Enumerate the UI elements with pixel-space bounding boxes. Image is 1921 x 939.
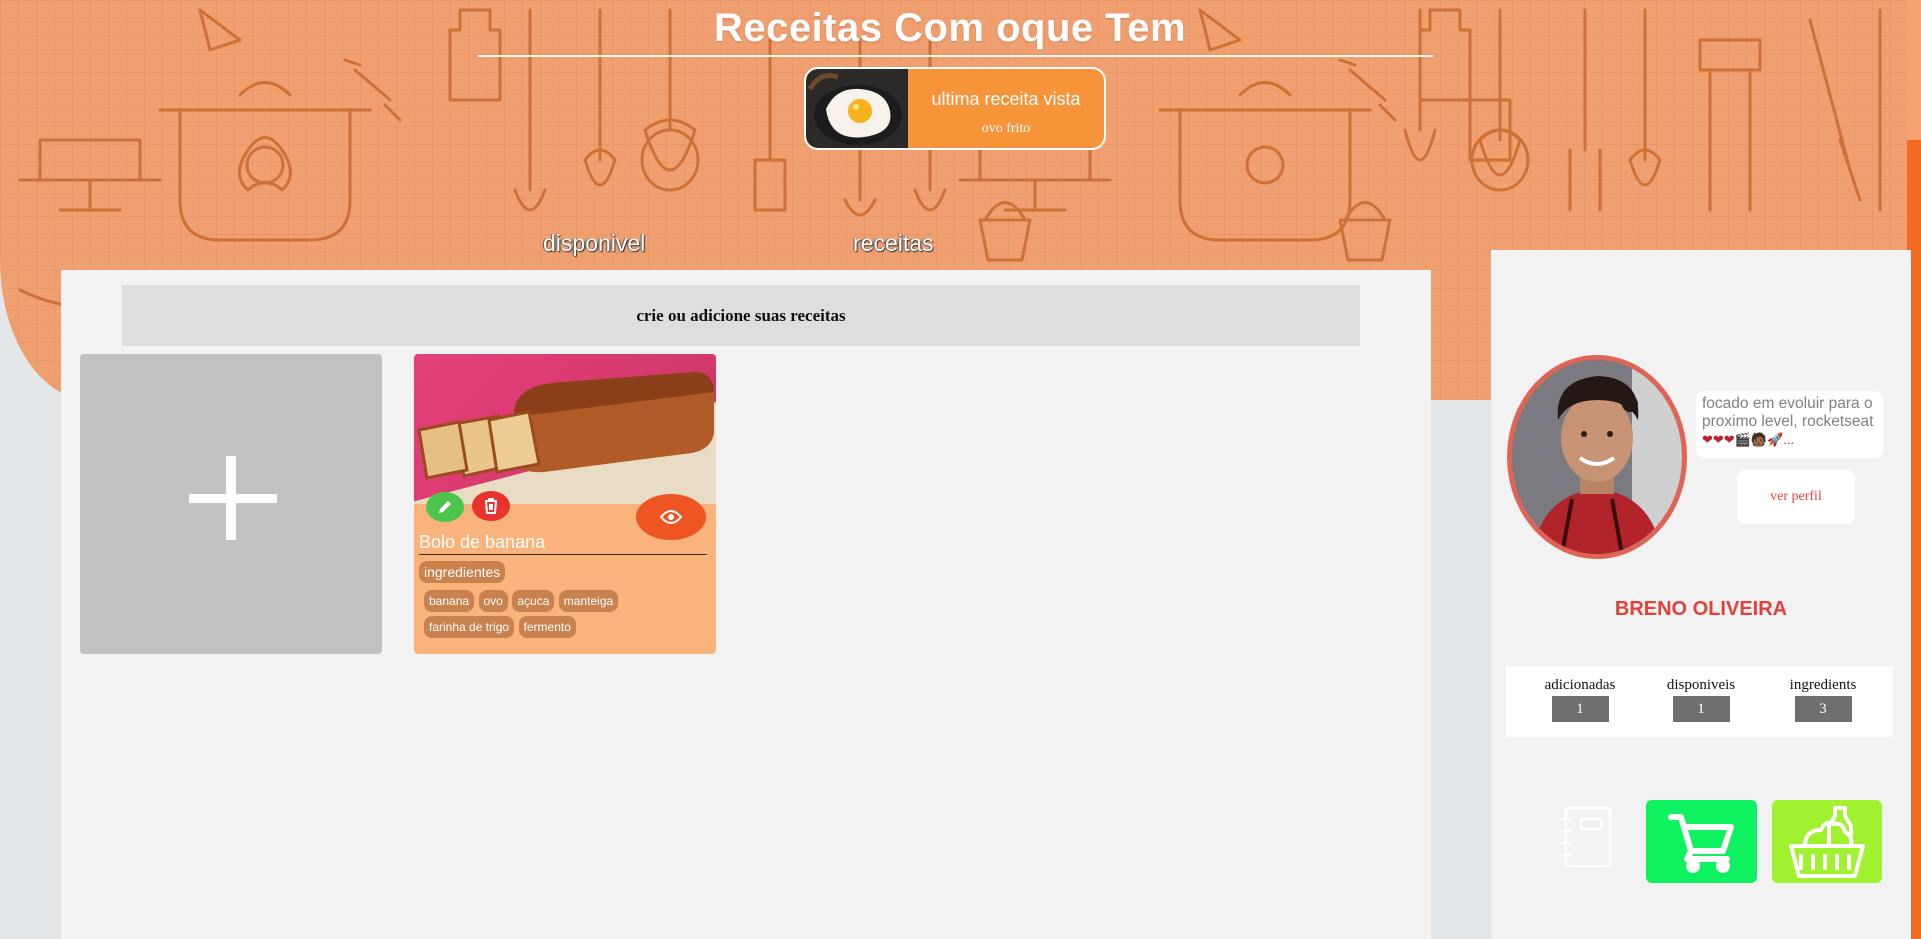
recipe-title: Bolo de banana — [419, 532, 546, 552]
edit-recipe-button[interactable] — [426, 492, 464, 522]
stat-label: disponiveis — [1666, 677, 1736, 693]
app-title: Receitas Com oque Tem — [713, 6, 1187, 50]
create-recipes-banner: crie ou adicione suas receitas — [122, 285, 1360, 346]
stats-panel: adicionadas 1 disponiveis 1 ingredients … — [1506, 666, 1893, 737]
eye-icon — [660, 510, 682, 524]
right-edge-strip-top — [1907, 0, 1921, 140]
stat-label: ingredients — [1789, 677, 1857, 693]
title-divider — [478, 55, 1433, 57]
last-viewed-recipe-card[interactable]: ultima receita vista ovo frito — [804, 67, 1106, 150]
avatar — [1507, 355, 1687, 559]
ingredient-chip: banana — [424, 590, 475, 612]
shopping-cart-button[interactable] — [1646, 800, 1757, 883]
bio-emojis: ❤❤❤🎬🧑🏾🚀... — [1702, 432, 1795, 447]
stat-label: adicionadas — [1544, 677, 1616, 693]
ingredient-list: banana ovo açuca manteiga farinha de tri… — [424, 590, 714, 642]
notebook-button[interactable] — [1541, 795, 1631, 880]
recipe-card: Bolo de banana ingredientes banana ovo a… — [414, 354, 716, 654]
grocery-basket-icon — [1789, 805, 1865, 878]
stat-value: 1 — [1551, 696, 1609, 722]
stat-disponiveis: disponiveis 1 — [1651, 677, 1751, 722]
pencil-icon — [439, 501, 451, 513]
ingredient-chip: açuca — [512, 590, 555, 612]
delete-recipe-button[interactable] — [472, 491, 510, 521]
stat-ingredients: ingredients 3 — [1773, 677, 1873, 722]
stat-adicionadas: adicionadas 1 — [1530, 677, 1630, 722]
ingredient-chip: manteiga — [558, 590, 619, 612]
fried-egg-image — [806, 69, 908, 148]
recipe-title-divider — [419, 554, 707, 555]
last-viewed-recipe-name: ovo frito — [981, 121, 1031, 136]
profile-panel: focado em evoluir para o proximo level, … — [1491, 250, 1911, 939]
user-name: BRENO OLIVEIRA — [1614, 598, 1788, 620]
grocery-basket-button[interactable] — [1772, 800, 1882, 883]
add-recipe-card[interactable] — [80, 354, 382, 654]
notebook-icon — [1561, 806, 1612, 868]
stat-value: 3 — [1794, 696, 1852, 722]
profile-bio: focado em evoluir para o proximo level, … — [1696, 391, 1883, 458]
last-viewed-label: ultima receita vista — [931, 89, 1081, 109]
recipes-panel: crie ou adicione suas receitas Bolo de b… — [61, 270, 1431, 939]
view-recipe-button[interactable] — [636, 494, 706, 540]
tab-receitas[interactable]: receitas — [853, 230, 934, 257]
tab-disponivel[interactable]: disponivel — [543, 230, 645, 257]
shopping-cart-icon — [1667, 813, 1734, 873]
ingredient-chip: ovo — [478, 590, 508, 612]
stat-value: 1 — [1672, 696, 1730, 722]
banana-bread-image — [414, 354, 716, 504]
ingredient-chip: farinha de trigo — [424, 616, 515, 638]
bio-text: focado em evoluir para o proximo level, … — [1702, 395, 1874, 430]
ingredients-label: ingredientes — [419, 561, 506, 583]
view-profile-button[interactable]: ver perfil — [1737, 470, 1855, 524]
trash-icon — [485, 498, 497, 514]
ingredient-chip: fermento — [518, 616, 576, 638]
